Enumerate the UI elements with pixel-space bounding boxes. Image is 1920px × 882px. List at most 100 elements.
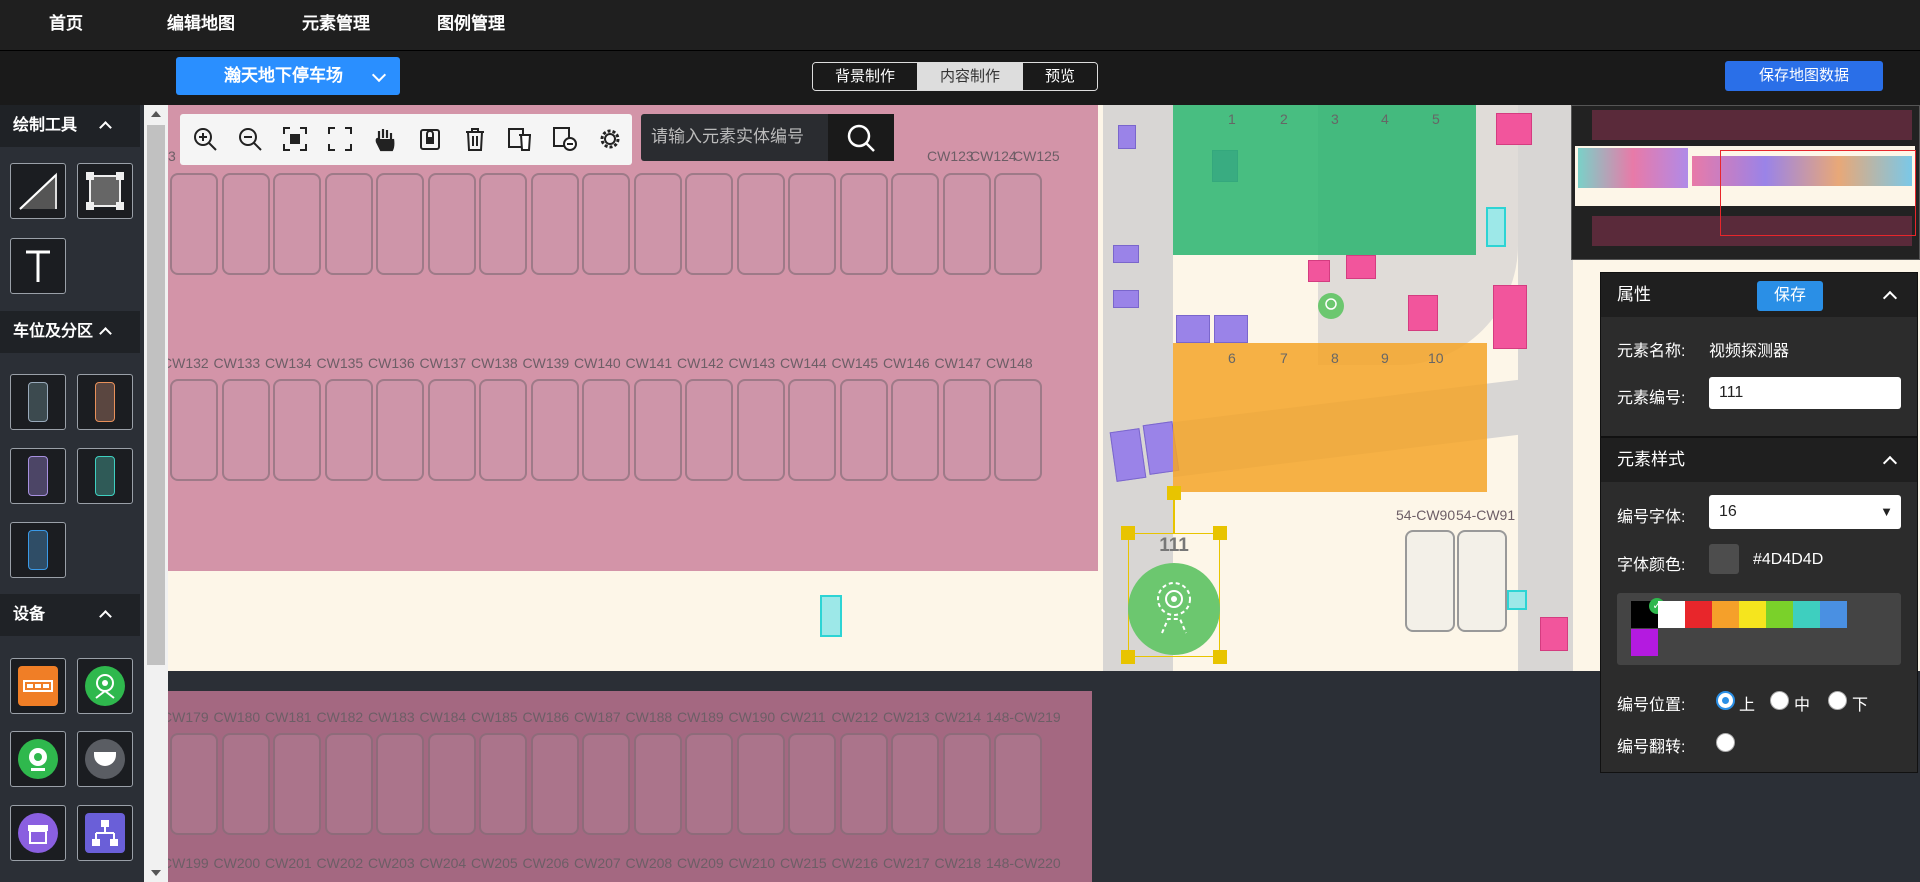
font-size-select[interactable]: 16 ▼	[1709, 495, 1901, 529]
parking-slot[interactable]	[427, 379, 476, 481]
parking-slot[interactable]	[788, 733, 836, 835]
parking-slot[interactable]	[324, 379, 373, 481]
color-swatch[interactable]	[1712, 601, 1739, 628]
parking-slot[interactable]	[942, 733, 991, 835]
parking-slot[interactable]	[891, 173, 939, 275]
parking-slot[interactable]	[273, 173, 321, 275]
chevron-up-icon[interactable]	[1882, 455, 1898, 471]
color-swatch[interactable]	[1658, 601, 1685, 628]
delete-button[interactable]	[460, 124, 490, 154]
parking-slot[interactable]	[221, 733, 270, 835]
color-swatch[interactable]	[1820, 601, 1847, 628]
parking-slot[interactable]	[273, 733, 321, 835]
parking-slot[interactable]	[324, 173, 373, 275]
parking-slot[interactable]	[633, 379, 682, 481]
parking-slot[interactable]	[221, 379, 270, 481]
slot-style-dark-button[interactable]	[10, 374, 66, 430]
parking-slot[interactable]	[170, 733, 218, 835]
save-map-data-button[interactable]: 保存地图数据	[1725, 61, 1883, 91]
device-display-screen-button[interactable]	[10, 658, 66, 714]
parking-slot[interactable]	[839, 733, 888, 835]
parking-slot[interactable]	[685, 173, 733, 275]
slot-style-blue-button[interactable]	[10, 522, 66, 578]
parking-slot[interactable]	[1457, 530, 1507, 632]
properties-header[interactable]: 属性 保存	[1601, 273, 1917, 317]
sensor-marker[interactable]	[1486, 207, 1506, 247]
zoom-in-button[interactable]	[190, 124, 220, 154]
draw-text-button[interactable]	[10, 238, 66, 294]
zoom-out-button[interactable]	[235, 124, 265, 154]
parking-slot[interactable]	[582, 173, 630, 275]
parking-slot[interactable]	[376, 379, 424, 481]
minimap-viewport[interactable]	[1720, 150, 1916, 236]
color-swatch[interactable]	[1631, 629, 1658, 656]
parking-slot[interactable]	[994, 733, 1042, 835]
draw-rectangle-button[interactable]	[77, 163, 133, 219]
green-parking-zone[interactable]	[1173, 105, 1476, 255]
scroll-up-arrow-icon[interactable]	[151, 111, 161, 117]
tab-content[interactable]: 内容制作	[918, 63, 1024, 90]
scroll-down-arrow-icon[interactable]	[151, 870, 161, 876]
parking-slot[interactable]	[1405, 530, 1455, 632]
position-bottom-radio[interactable]	[1828, 691, 1847, 710]
label-flip-toggle[interactable]	[1716, 733, 1735, 752]
color-swatch[interactable]: ✓	[1631, 598, 1665, 628]
draw-polyline-button[interactable]	[10, 163, 66, 219]
camera-detector-icon[interactable]	[1317, 292, 1345, 320]
left-panel-scrollbar[interactable]	[144, 105, 168, 882]
nav-legend-management[interactable]: 图例管理	[437, 0, 505, 50]
parking-slot[interactable]	[942, 379, 991, 481]
selected-video-detector[interactable]: 111	[1121, 486, 1227, 664]
settings-button[interactable]	[595, 124, 625, 154]
parking-slot[interactable]	[427, 173, 476, 275]
slot-style-purple-button[interactable]	[10, 448, 66, 504]
parking-slot[interactable]	[736, 733, 785, 835]
element-search-input[interactable]	[651, 122, 831, 152]
device-video-detector-button[interactable]	[77, 658, 133, 714]
position-middle-radio[interactable]	[1770, 691, 1789, 710]
devices-header[interactable]: 设备	[0, 594, 140, 636]
parking-slot[interactable]	[324, 733, 373, 835]
rotate-handle[interactable]	[1167, 486, 1181, 500]
sensor-marker[interactable]	[820, 595, 842, 637]
tab-preview[interactable]: 预览	[1023, 63, 1098, 90]
parking-slot[interactable]	[530, 733, 579, 835]
element-style-header[interactable]: 元素样式	[1601, 438, 1917, 482]
sensor-marker[interactable]	[1507, 590, 1527, 610]
parking-slot[interactable]	[221, 173, 270, 275]
nav-edit-map[interactable]: 编辑地图	[167, 0, 235, 50]
parking-slot[interactable]	[530, 173, 579, 275]
pan-hand-button[interactable]	[370, 124, 400, 154]
parking-slot[interactable]	[788, 173, 836, 275]
parking-slot[interactable]	[839, 379, 888, 481]
parking-slot[interactable]	[685, 379, 733, 481]
parking-slot[interactable]	[170, 379, 218, 481]
parking-slot[interactable]	[788, 379, 836, 481]
draw-tools-header[interactable]: 绘制工具	[0, 105, 140, 147]
delete-all-button[interactable]	[505, 124, 535, 154]
parking-slot[interactable]	[891, 379, 939, 481]
parking-slot[interactable]	[479, 379, 527, 481]
fit-view-button[interactable]	[280, 124, 310, 154]
font-color-preview[interactable]	[1709, 544, 1739, 574]
parking-slot[interactable]	[891, 733, 939, 835]
color-swatch[interactable]	[1766, 601, 1793, 628]
device-camera-button[interactable]	[10, 731, 66, 787]
scrollbar-thumb[interactable]	[147, 125, 165, 665]
device-network-button[interactable]	[77, 805, 133, 861]
parking-slot[interactable]	[582, 379, 630, 481]
color-swatch[interactable]	[1739, 601, 1766, 628]
parking-lot-select[interactable]: 瀚天地下停车场	[176, 57, 400, 95]
parking-slot[interactable]	[427, 733, 476, 835]
chevron-up-icon[interactable]	[1882, 290, 1898, 306]
parking-slot[interactable]	[479, 173, 527, 275]
parking-slot[interactable]	[736, 173, 785, 275]
color-swatch[interactable]	[1793, 601, 1820, 628]
parking-slot[interactable]	[685, 733, 733, 835]
parking-slot[interactable]	[273, 379, 321, 481]
tab-background[interactable]: 背景制作	[813, 63, 919, 90]
parking-slot[interactable]	[633, 173, 682, 275]
parking-slot[interactable]	[582, 733, 630, 835]
fullscreen-button[interactable]	[325, 124, 355, 154]
parking-slot[interactable]	[994, 379, 1042, 481]
